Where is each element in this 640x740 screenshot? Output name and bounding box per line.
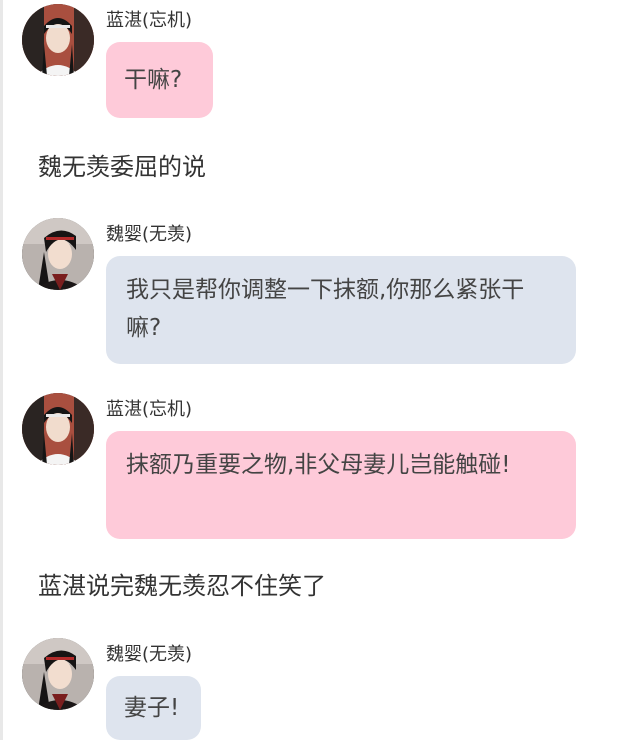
wei-ying-avatar[interactable] bbox=[22, 638, 94, 710]
narration-text: 魏无羡委屈的说 bbox=[38, 153, 206, 181]
message-bubble: 我只是帮你调整一下抹额,你那么紧张干嘛? bbox=[106, 256, 576, 364]
sender-name: 蓝湛(忘机) bbox=[106, 10, 193, 31]
narration-text: 蓝湛说完魏无羡忍不住笑了 bbox=[38, 572, 326, 600]
message-bubble: 干嘛? bbox=[106, 42, 213, 118]
message-bubble: 妻子! bbox=[106, 676, 201, 740]
sender-name: 魏婴(无羡) bbox=[106, 644, 193, 665]
wei-ying-avatar[interactable] bbox=[22, 218, 94, 290]
left-edge-divider bbox=[0, 0, 3, 740]
message-bubble: 抹额乃重要之物,非父母妻儿岂能触碰! bbox=[106, 431, 576, 539]
sender-name: 蓝湛(忘机) bbox=[106, 399, 193, 420]
lan-zhan-avatar[interactable] bbox=[22, 4, 94, 76]
sender-name: 魏婴(无羡) bbox=[106, 224, 193, 245]
lan-zhan-avatar[interactable] bbox=[22, 393, 94, 465]
